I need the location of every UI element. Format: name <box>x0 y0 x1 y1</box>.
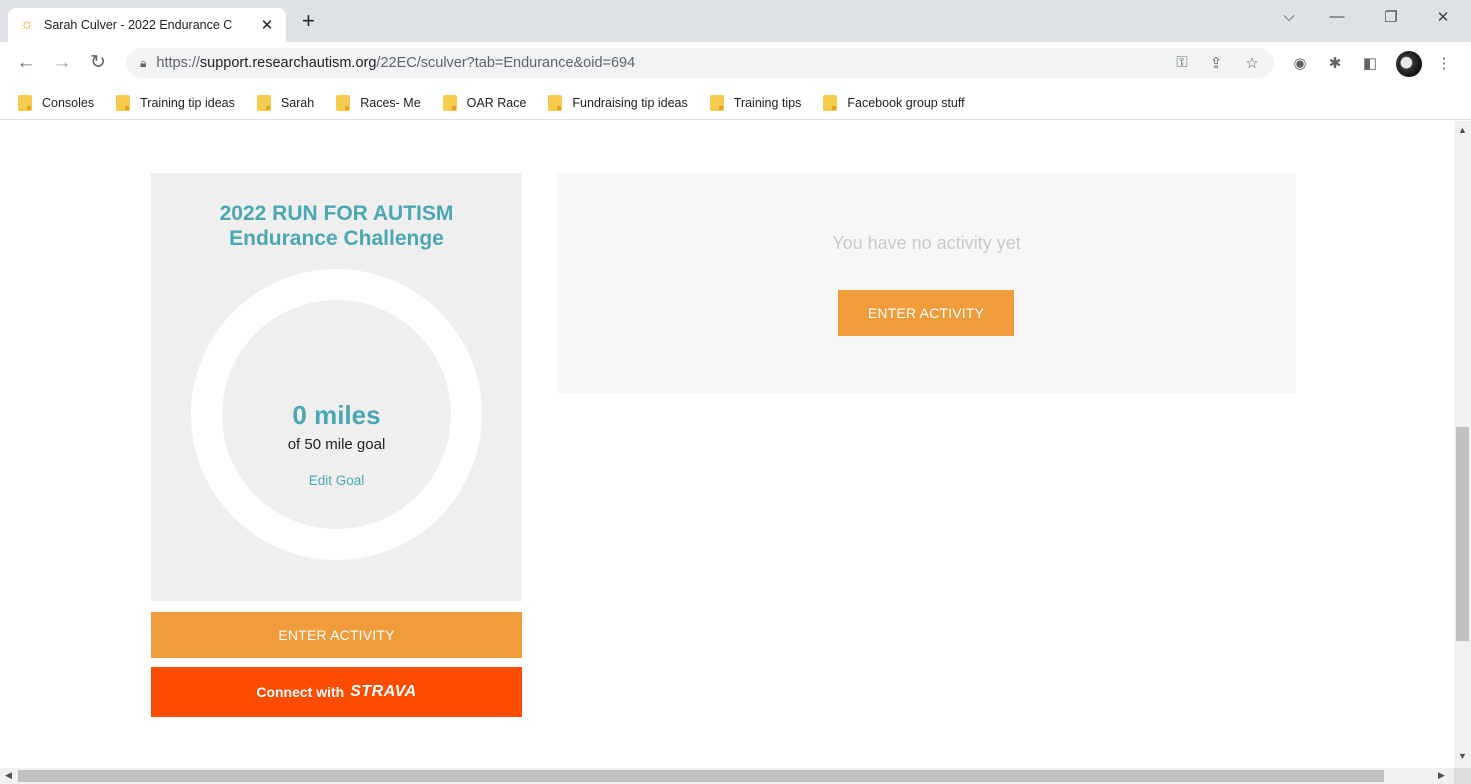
activity-panel: You have no activity yet ENTER ACTIVITY <box>557 173 1296 393</box>
horizontal-scroll-thumb[interactable] <box>18 770 1384 782</box>
page-content: 2022 RUN FOR AUTISM Endurance Challenge … <box>0 121 1454 768</box>
scroll-down-icon[interactable]: ▼ <box>1458 751 1467 761</box>
folder-icon <box>709 94 724 111</box>
close-tab-icon[interactable]: ✕ <box>258 16 276 34</box>
bookmark-item[interactable]: Training tip ideas <box>116 94 235 111</box>
miles-completed: 0 miles <box>292 400 381 430</box>
share-icon[interactable]: ⇪ <box>1206 54 1226 72</box>
tab-strip: ☼ Sarah Culver - 2022 Endurance C ✕ + ⌵ … <box>0 0 1471 42</box>
bookmark-label: Training tips <box>733 95 802 110</box>
vertical-scrollbar[interactable]: ▲ ▼ <box>1454 121 1471 768</box>
back-icon[interactable]: ← <box>14 52 38 74</box>
scroll-left-icon[interactable]: ◀ <box>5 770 12 781</box>
folder-icon <box>442 94 457 111</box>
bookmark-item[interactable]: Sarah <box>256 94 315 111</box>
bookmark-item[interactable]: Fundraising tip ideas <box>548 94 688 111</box>
url-prefix: https:// <box>156 55 200 71</box>
bookmark-label: Races- Me <box>360 95 421 110</box>
bookmark-label: Training tip ideas <box>140 95 235 110</box>
address-bar[interactable]: 🔒︎ https://support.researchautism.org/22… <box>126 48 1274 78</box>
folder-icon <box>823 94 838 111</box>
bookmark-item[interactable]: Facebook group stuff <box>823 94 965 111</box>
connect-with-label: Connect with <box>256 684 345 700</box>
challenge-title-line2: Endurance Challenge <box>229 227 444 250</box>
side-panel-icon[interactable]: ◧ <box>1360 54 1380 72</box>
strava-logo: STRAVA <box>350 683 417 700</box>
folder-icon <box>336 94 351 111</box>
browser-toolbar: ← → ↻ 🔒︎ https://support.researchautism.… <box>0 42 1471 86</box>
tab-search-chevron-icon[interactable]: ⌵ <box>1266 8 1312 25</box>
scrollbar-corner <box>1454 768 1471 784</box>
folder-icon <box>256 94 271 111</box>
bookmark-item[interactable]: Training tips <box>709 94 802 111</box>
key-icon[interactable]: ⚿ <box>1172 54 1192 71</box>
menu-kebab-icon[interactable]: ⋮ <box>1434 54 1454 72</box>
bookmark-label: OAR Race <box>466 95 527 110</box>
scroll-right-icon[interactable]: ▶ <box>1438 770 1445 781</box>
close-window-icon[interactable]: ✕ <box>1420 8 1466 26</box>
challenge-card: 2022 RUN FOR AUTISM Endurance Challenge … <box>151 173 522 601</box>
browser-tab[interactable]: ☼ Sarah Culver - 2022 Endurance C ✕ <box>8 8 286 42</box>
mile-goal: of 50 mile goal <box>287 436 386 453</box>
progress-ring-center: 0 miles of 50 mile goal Edit Goal <box>222 300 451 529</box>
challenge-title-line1: 2022 RUN FOR AUTISM <box>219 202 454 225</box>
bookmark-label: Sarah <box>280 95 315 110</box>
bookmark-item[interactable]: Races- Me <box>336 94 421 111</box>
folder-icon <box>548 94 563 111</box>
minimize-icon[interactable]: — <box>1314 8 1360 25</box>
profile-avatar[interactable] <box>1396 51 1422 77</box>
puzzle-extensions-icon[interactable]: ✱ <box>1325 54 1345 72</box>
bookmark-label: Facebook group stuff <box>847 95 965 110</box>
bookmarks-bar: Consoles Training tip ideas Sarah Races-… <box>0 86 1471 120</box>
edit-goal-link[interactable]: Edit Goal <box>222 473 451 488</box>
forward-icon[interactable]: → <box>50 52 74 74</box>
extension-icon[interactable]: ◉ <box>1290 54 1310 72</box>
horizontal-scrollbar[interactable]: ◀ ▶ <box>0 768 1454 784</box>
sun-favicon-icon: ☼ <box>19 16 35 33</box>
enter-activity-panel-button[interactable]: ENTER ACTIVITY <box>838 290 1014 336</box>
url-text[interactable]: https://support.researchautism.org/22EC/… <box>156 55 635 71</box>
vertical-scroll-thumb[interactable] <box>1456 427 1469 641</box>
browser-window: ☼ Sarah Culver - 2022 Endurance C ✕ + ⌵ … <box>0 0 1471 784</box>
restore-icon[interactable]: ❐ <box>1368 8 1414 26</box>
connect-strava-button[interactable]: Connect with STRAVA <box>151 667 522 717</box>
url-host: support.researchautism.org <box>199 55 377 71</box>
folder-icon <box>116 94 131 111</box>
lock-icon[interactable]: 🔒︎ <box>140 56 146 71</box>
bookmark-star-icon[interactable]: ☆ <box>1242 54 1262 72</box>
scroll-up-icon[interactable]: ▲ <box>1458 125 1467 135</box>
tab-title: Sarah Culver - 2022 Endurance C <box>44 18 233 32</box>
bookmark-item[interactable]: Consoles <box>18 94 95 111</box>
enter-activity-button[interactable]: ENTER ACTIVITY <box>151 612 522 658</box>
progress-ring: 0 miles of 50 mile goal Edit Goal <box>191 269 482 560</box>
reload-icon[interactable]: ↻ <box>86 52 110 74</box>
folder-icon <box>18 94 32 111</box>
bookmark-label: Consoles <box>42 95 95 110</box>
bookmark-label: Fundraising tip ideas <box>572 95 688 110</box>
bookmark-item[interactable]: OAR Race <box>442 94 527 111</box>
challenge-title: 2022 RUN FOR AUTISM Endurance Challenge <box>151 201 522 251</box>
no-activity-message: You have no activity yet <box>832 233 1021 253</box>
new-tab-icon[interactable]: + <box>302 10 315 32</box>
url-path: /22EC/sculver?tab=Endurance&oid=694 <box>376 55 636 71</box>
